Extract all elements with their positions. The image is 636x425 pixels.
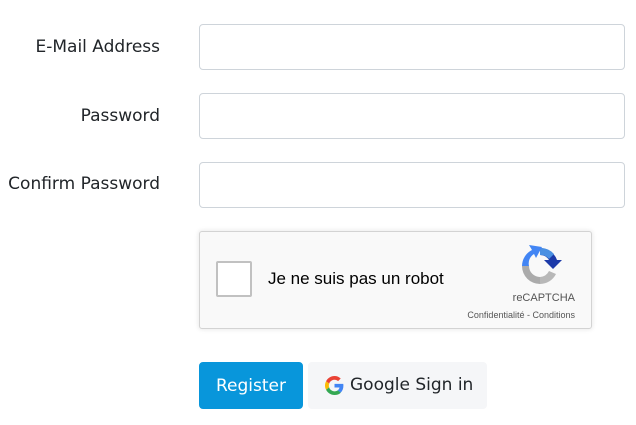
google-signin-label: Google Sign in	[350, 375, 474, 395]
email-field[interactable]	[199, 24, 625, 70]
recaptcha-logo-icon	[522, 245, 562, 284]
password-field[interactable]	[199, 93, 625, 139]
register-form: E-Mail Address Password Confirm Password…	[0, 0, 636, 425]
recaptcha-checkbox[interactable]	[216, 261, 252, 297]
email-label: E-Mail Address	[35, 37, 160, 57]
google-signin-button[interactable]: Google Sign in	[308, 362, 487, 409]
google-g-icon	[325, 376, 344, 395]
password-label: Password	[80, 106, 160, 126]
recaptcha-brand: reCAPTCHA	[512, 292, 575, 304]
recaptcha-widget: Je ne suis pas un robot reCAPTCHA Confid…	[199, 231, 592, 329]
recaptcha-checkbox-label: Je ne suis pas un robot	[268, 269, 444, 288]
register-button[interactable]: Register	[199, 362, 303, 409]
recaptcha-links: Confidentialité - Conditions	[467, 310, 575, 320]
confirm-password-label: Confirm Password	[8, 174, 160, 194]
confirm-password-field[interactable]	[199, 162, 625, 208]
recaptcha-terms-link[interactable]: Conditions	[532, 310, 575, 320]
recaptcha-privacy-link[interactable]: Confidentialité	[467, 310, 524, 320]
